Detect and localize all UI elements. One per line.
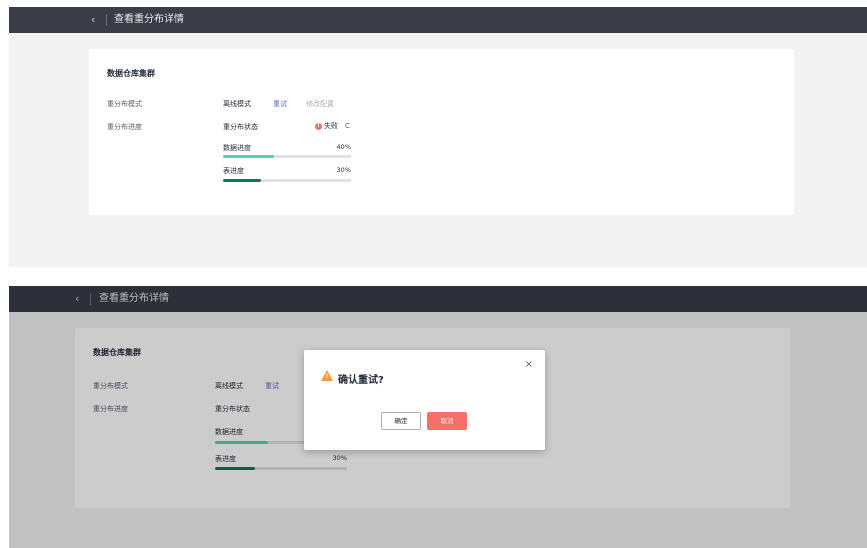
page-title: 查看重分布详情 — [114, 14, 184, 25]
mode-label: 重分布模式 — [107, 100, 142, 108]
retry-link[interactable]: 重试 — [273, 99, 287, 109]
cancel-button[interactable]: 取消 — [427, 412, 467, 430]
card-title: 数据仓库集群 — [107, 69, 155, 78]
table-progress-bar — [223, 179, 351, 182]
data-progress-value: 40% — [336, 143, 351, 151]
details-card: 数据仓库集群 重分布模式 离线模式 重试 修改配置 重分布进度 重分布状态 ! … — [89, 49, 794, 215]
refresh-icon[interactable]: C — [345, 122, 350, 130]
status-value: 失败 — [324, 122, 338, 130]
screenshot-redistribution-details: ‹ 查看重分布详情 数据仓库集群 重分布模式 离线模式 重试 修改配置 重分布进… — [9, 7, 867, 267]
progress-label: 重分布进度 — [107, 123, 142, 131]
confirm-retry-dialog: × ! 确认重试? 确定 取消 — [304, 350, 545, 450]
back-icon[interactable]: ‹ — [91, 13, 95, 27]
status-label: 重分布状态 — [223, 123, 258, 131]
header-divider — [106, 14, 107, 26]
error-icon: ! — [315, 122, 322, 130]
dialog-title: 确认重试? — [338, 375, 384, 386]
modify-config-link[interactable]: 修改配置 — [306, 99, 334, 109]
warning-icon: ! — [321, 370, 333, 381]
confirm-button[interactable]: 确定 — [381, 412, 421, 430]
table-progress-value: 30% — [336, 166, 351, 174]
top-bar: ‹ 查看重分布详情 — [9, 7, 867, 33]
data-progress-bar — [223, 155, 351, 158]
mode-value: 离线模式 — [223, 100, 251, 108]
table-progress-fill — [223, 179, 262, 182]
status-failed: ! 失败 C — [315, 121, 350, 131]
data-progress-label: 数据进度 — [223, 144, 251, 152]
table-progress-label: 表进度 — [223, 167, 244, 175]
data-progress-fill — [223, 155, 275, 158]
close-icon[interactable]: × — [525, 360, 533, 370]
screenshot-retry-confirm: ‹ 查看重分布详情 数据仓库集群 重分布模式 离线模式 重试 重分布进度 重分布… — [9, 286, 867, 548]
